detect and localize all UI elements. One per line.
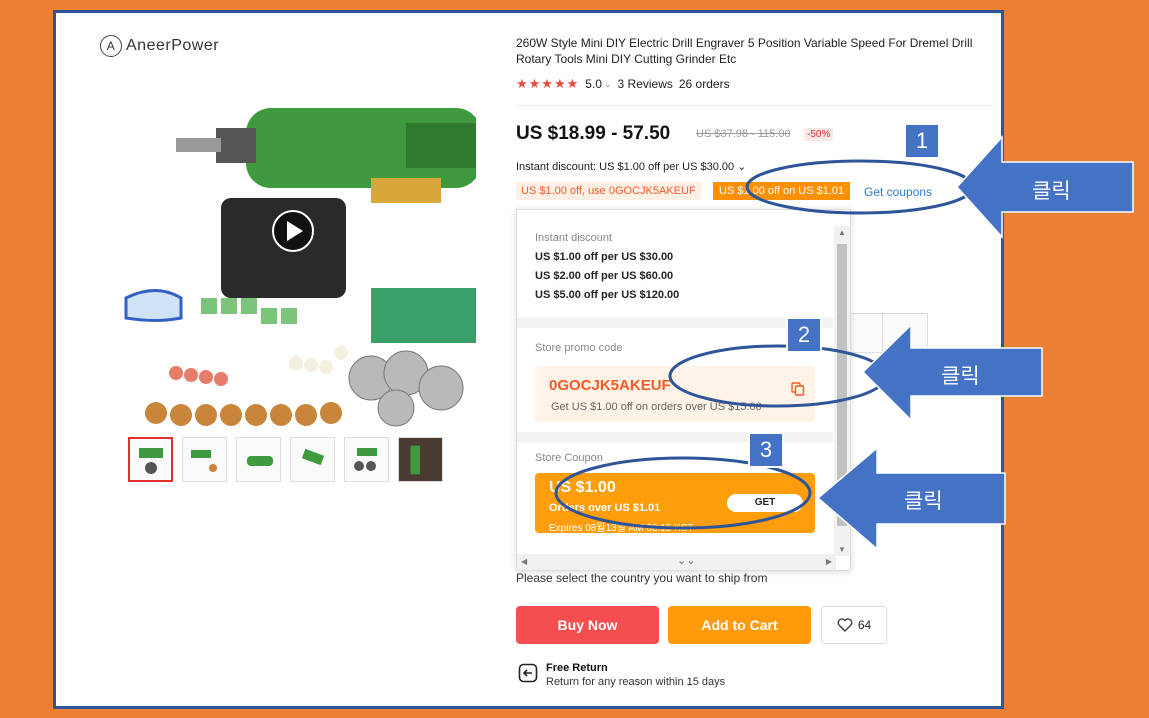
click-label-1: 클릭 xyxy=(1032,180,1071,203)
step-badge-2: 2 xyxy=(786,317,822,353)
highlight-ellipse-3 xyxy=(554,456,812,530)
click-label-3: 클릭 xyxy=(904,490,943,513)
highlight-ellipse-1 xyxy=(745,159,975,215)
highlight-ellipse-2 xyxy=(668,344,888,408)
annotation-overlay xyxy=(554,135,1134,551)
click-label-2: 클릭 xyxy=(941,365,980,388)
step-badge-3: 3 xyxy=(748,432,784,468)
step-badge-1: 1 xyxy=(904,123,940,159)
